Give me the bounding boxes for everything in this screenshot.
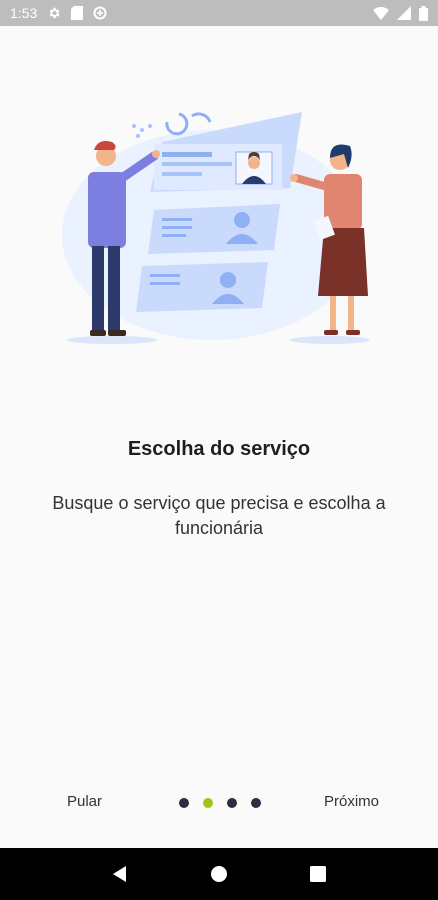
settings-icon [47,6,61,20]
next-button[interactable]: Próximo [324,793,379,810]
status-time: 1:53 [10,5,38,21]
cell-signal-icon [397,6,411,20]
page-dot-3[interactable] [227,798,237,808]
page-indicator [179,798,261,808]
wifi-icon [373,6,389,20]
onboarding-nav: Pular Próximo [0,785,438,821]
recents-icon[interactable] [298,854,338,894]
skip-button[interactable]: Pular [67,793,102,810]
battery-icon [419,5,428,21]
page-dot-2-active[interactable] [203,798,213,808]
onboarding-illustration [62,100,382,350]
home-icon[interactable] [199,854,239,894]
back-icon[interactable] [100,854,140,894]
page-dot-1[interactable] [179,798,189,808]
sd-card-icon [71,6,84,20]
system-navigation-bar [0,848,438,900]
page-description: Busque o serviço que precisa e escolha a… [52,493,386,538]
page-dot-4[interactable] [251,798,261,808]
page-title: Escolha do serviço [127,438,311,460]
data-saver-icon [93,6,107,20]
status-bar: 1:53 [0,0,438,26]
